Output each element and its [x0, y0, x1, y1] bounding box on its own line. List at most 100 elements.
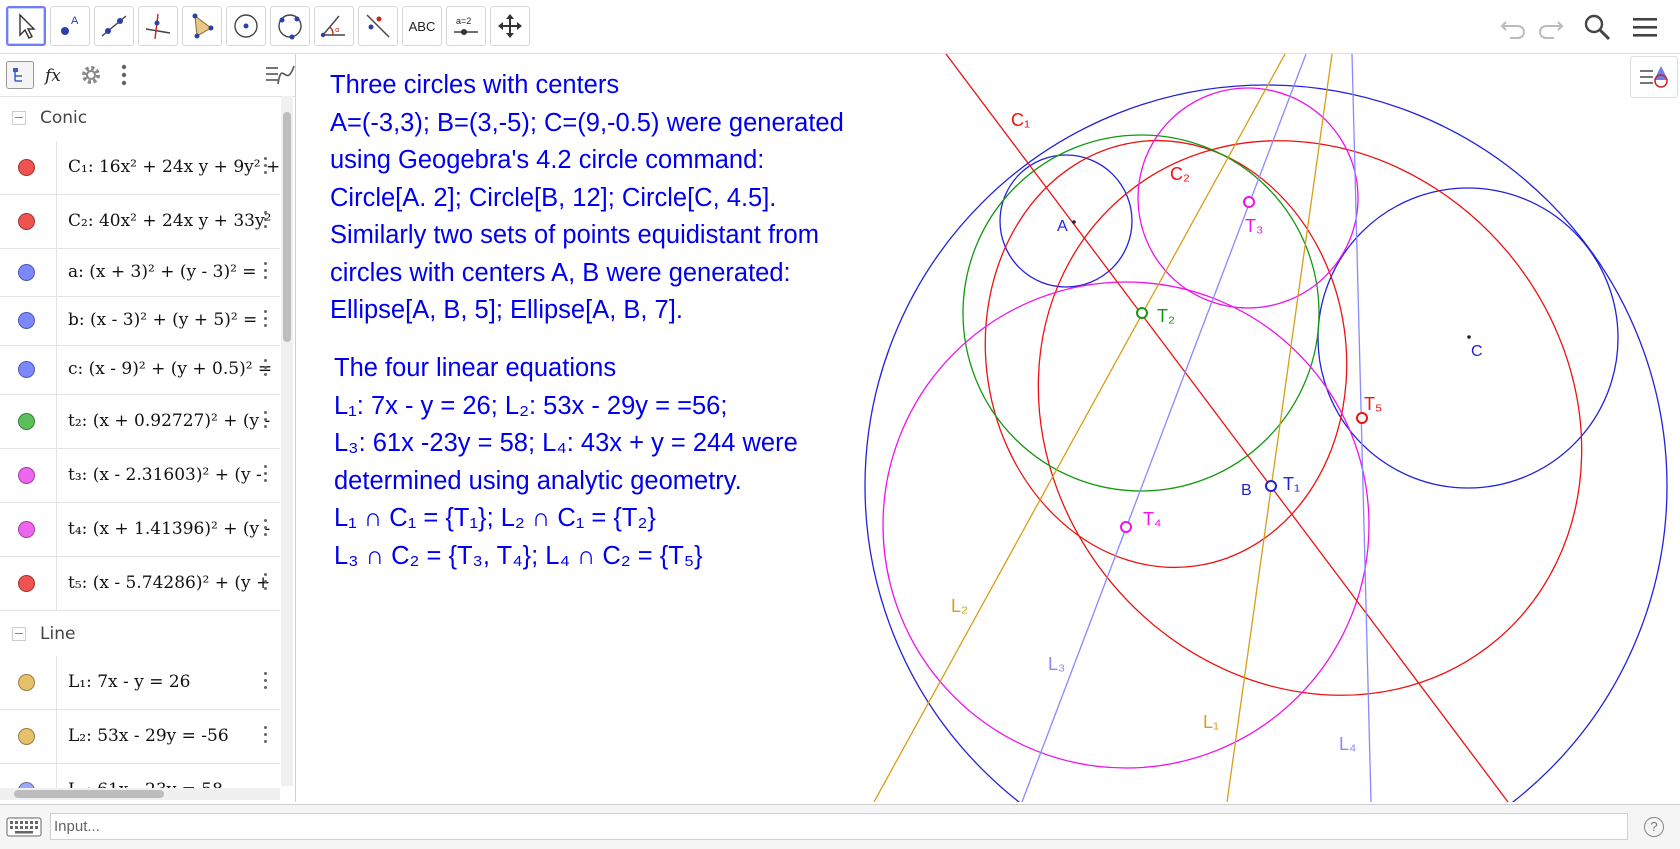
label-c[interactable]: C: [1471, 343, 1483, 361]
color-dot[interactable]: [18, 728, 35, 745]
move-graphics-tool-button[interactable]: [490, 6, 530, 46]
label-l2[interactable]: L₂: [951, 596, 968, 617]
point-t3[interactable]: [1243, 196, 1255, 208]
row-menu-icon[interactable]: [262, 571, 268, 595]
row-menu-icon[interactable]: [262, 155, 268, 179]
auxiliary-objects-button[interactable]: fx: [40, 60, 70, 90]
collapse-icon[interactable]: [12, 627, 26, 641]
tree-view-button[interactable]: [6, 61, 34, 89]
point-tool-button[interactable]: A: [50, 6, 90, 46]
color-dot[interactable]: [18, 159, 35, 176]
algebra-expression[interactable]: t₂: (x + 0.92727)² + (y -: [68, 411, 270, 431]
algebra-row-t4[interactable]: t₄: (x + 1.41396)² + (y -: [0, 503, 280, 557]
algebra-row-l1[interactable]: L₁: 7x - y = 26: [0, 656, 280, 710]
graphics-style-bar-button[interactable]: [1630, 56, 1678, 98]
algebra-expression[interactable]: L₂: 53x - 29y = -56: [68, 726, 229, 746]
description-text-1[interactable]: Three circles with centers A=(-3,3); B=(…: [330, 67, 844, 330]
algebra-expression[interactable]: a: (x + 3)² + (y - 3)² =: [68, 262, 257, 282]
algebra-expression[interactable]: t₃: (x - 2.31603)² + (y -: [68, 465, 262, 485]
ellipse-c2[interactable]: [926, 54, 1680, 802]
color-dot[interactable]: [18, 413, 35, 430]
ellipse-tool-button[interactable]: [270, 6, 310, 46]
visibility-toggle[interactable]: [0, 141, 57, 194]
label-l1[interactable]: L₁: [1203, 712, 1219, 733]
line-tool-button[interactable]: [94, 6, 134, 46]
polygon-tool-button[interactable]: [182, 6, 222, 46]
algebra-row-t5[interactable]: t₅: (x - 5.74286)² + (y +: [0, 557, 280, 611]
help-button[interactable]: ?: [1644, 817, 1664, 837]
visibility-toggle[interactable]: [0, 249, 57, 296]
scrollbar-thumb[interactable]: [14, 790, 164, 798]
algebra-row-t2[interactable]: t₂: (x + 0.92727)² + (y -: [0, 395, 280, 449]
algebra-row-t3[interactable]: t₃: (x - 2.31603)² + (y -: [0, 449, 280, 503]
color-dot[interactable]: [18, 467, 35, 484]
visibility-toggle[interactable]: [0, 346, 57, 394]
label-t3[interactable]: T₃: [1245, 216, 1263, 237]
algebra-row-c1[interactable]: C₁: 16x² + 24x y + 9y² +: [0, 141, 280, 195]
algebra-expression[interactable]: C₂: 40x² + 24x y + 33y²: [68, 211, 271, 231]
graphics-view[interactable]: Three circles with centers A=(-3,3); B=(…: [303, 54, 1680, 802]
algebra-expression[interactable]: t₅: (x - 5.74286)² + (y +: [68, 573, 270, 593]
label-t1[interactable]: T₁: [1283, 474, 1300, 495]
collapse-icon[interactable]: [12, 111, 26, 125]
row-menu-icon[interactable]: [262, 357, 268, 381]
slider-tool-button[interactable]: a=2: [446, 6, 486, 46]
visibility-toggle[interactable]: [0, 557, 57, 610]
scrollbar-thumb[interactable]: [283, 112, 291, 342]
label-t2[interactable]: T₂: [1157, 306, 1175, 327]
line-l-red[interactable]: [945, 54, 1509, 802]
visibility-toggle[interactable]: [0, 297, 57, 345]
color-dot[interactable]: [18, 361, 35, 378]
algebra-row-b[interactable]: b: (x - 3)² + (y + 5)² =: [0, 297, 280, 346]
algebra-expression[interactable]: c: (x - 9)² + (y + 0.5)² =: [68, 359, 272, 379]
group-header-line[interactable]: Line: [0, 614, 280, 654]
main-menu-button[interactable]: [1628, 10, 1662, 44]
visibility-toggle[interactable]: [0, 503, 57, 556]
visibility-toggle[interactable]: [0, 764, 57, 788]
visibility-toggle[interactable]: [0, 195, 57, 248]
row-menu-icon[interactable]: [262, 209, 268, 233]
point-t2[interactable]: [1136, 307, 1148, 319]
input-field[interactable]: Input...: [50, 813, 1628, 840]
algebra-row-c2[interactable]: C₂: 40x² + 24x y + 33y²: [0, 195, 280, 249]
color-dot[interactable]: [18, 521, 35, 538]
algebra-row-a[interactable]: a: (x + 3)² + (y - 3)² =: [0, 249, 280, 297]
label-c1[interactable]: C₁: [1011, 110, 1030, 131]
row-menu-icon[interactable]: [262, 260, 268, 284]
visibility-toggle[interactable]: [0, 395, 57, 448]
point-a[interactable]: [1072, 220, 1076, 224]
row-menu-icon[interactable]: [262, 463, 268, 487]
algebra-row-c[interactable]: c: (x - 9)² + (y + 0.5)² =: [0, 346, 280, 395]
graphics-style-toggle-button[interactable]: [264, 60, 295, 90]
row-menu-icon[interactable]: [262, 409, 268, 433]
reflect-tool-button[interactable]: [358, 6, 398, 46]
label-b[interactable]: B: [1241, 482, 1252, 500]
row-menu-icon[interactable]: [262, 308, 268, 332]
point-t4[interactable]: [1120, 521, 1132, 533]
circle-center-tool-button[interactable]: [226, 6, 266, 46]
label-c2[interactable]: C₂: [1170, 164, 1190, 185]
line-l3[interactable]: [1021, 54, 1307, 802]
description-text-2[interactable]: The four linear equations L₁: 7x - y = 2…: [334, 350, 798, 575]
algebra-expression[interactable]: C₁: 16x² + 24x y + 9y² +: [68, 157, 280, 177]
point-t1[interactable]: [1265, 480, 1277, 492]
algebra-expression[interactable]: L₁: 7x - y = 26: [68, 672, 190, 692]
algebra-vertical-scrollbar[interactable]: [281, 96, 293, 786]
text-tool-button[interactable]: ABC: [402, 6, 442, 46]
algebra-row-l3[interactable]: L₃: 61x - 23y = 58: [0, 764, 280, 789]
color-dot[interactable]: [18, 213, 35, 230]
color-dot[interactable]: [18, 264, 35, 281]
algebra-expression[interactable]: b: (x - 3)² + (y + 5)² =: [68, 310, 257, 330]
label-l4[interactable]: L₄: [1339, 734, 1356, 755]
visibility-toggle[interactable]: [0, 710, 57, 763]
algebra-horizontal-scrollbar[interactable]: [0, 788, 280, 800]
color-dot[interactable]: [18, 312, 35, 329]
group-header-conic[interactable]: Conic: [0, 98, 280, 138]
label-t5[interactable]: T₅: [1364, 394, 1382, 415]
visibility-toggle[interactable]: [0, 656, 57, 709]
row-menu-icon[interactable]: [262, 670, 268, 694]
line-l4[interactable]: [1351, 54, 1372, 802]
color-dot[interactable]: [18, 674, 35, 691]
algebra-settings-button[interactable]: [76, 60, 106, 90]
move-tool-button[interactable]: [6, 6, 46, 46]
